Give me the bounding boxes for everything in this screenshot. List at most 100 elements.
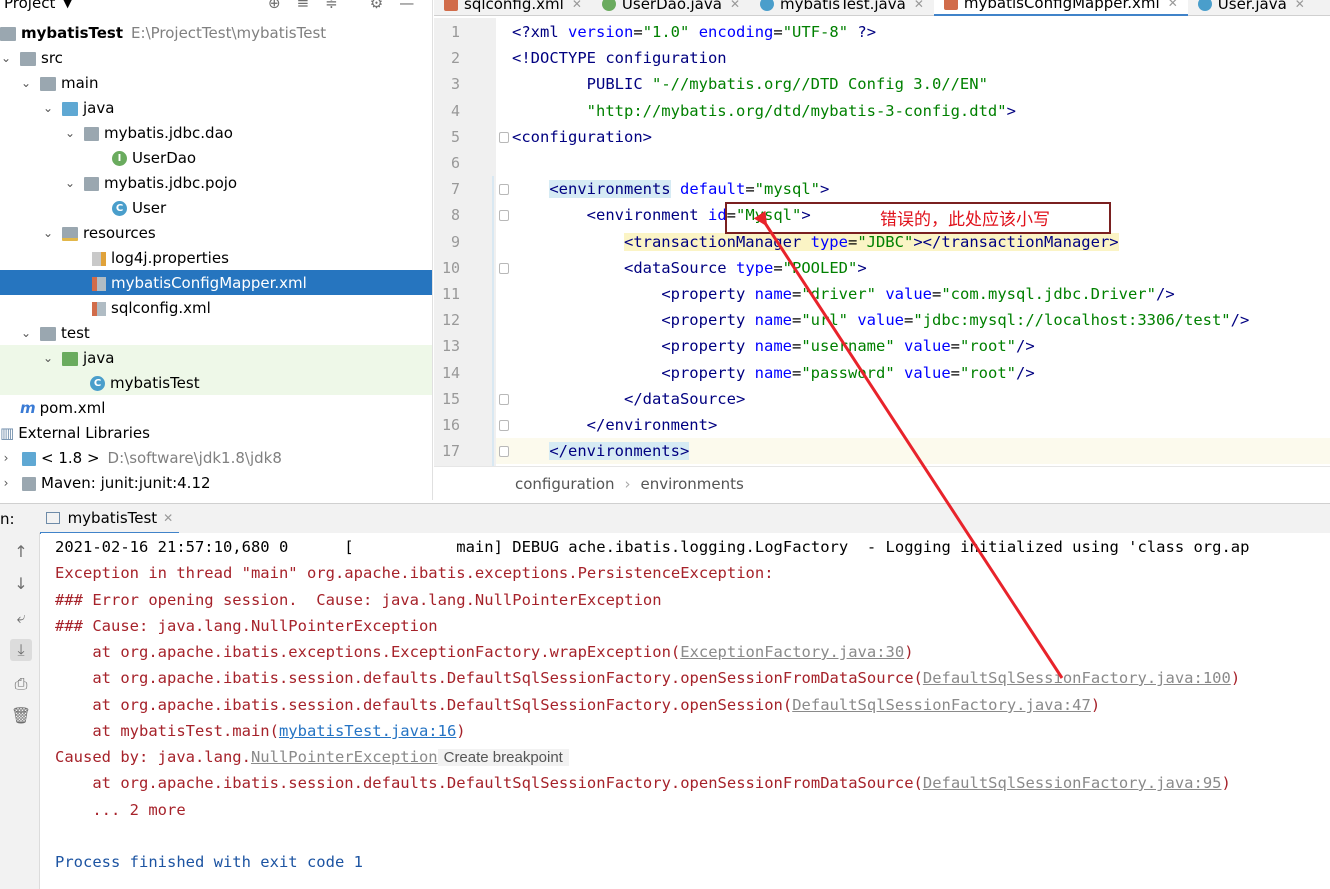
chevron-down-icon[interactable]: ⌄ <box>20 76 32 90</box>
code-line[interactable]: PUBLIC "-//mybatis.org//DTD Config 3.0//… <box>512 71 988 97</box>
breadcrumb-item[interactable]: configuration <box>515 475 615 493</box>
gear-icon[interactable]: ⚙ <box>370 0 383 12</box>
code-line[interactable]: "http://mybatis.org/dtd/mybatis-3-config… <box>512 98 1016 124</box>
soft-wrap-icon[interactable]: ⤶ <box>10 607 32 629</box>
source-link[interactable]: DefaultSqlSessionFactory.java:47 <box>792 696 1091 714</box>
code-line[interactable]: </environment> <box>512 412 718 438</box>
fold-marker-icon[interactable] <box>499 184 509 196</box>
source-link[interactable]: ExceptionFactory.java:30 <box>680 643 904 661</box>
tree-item-package-dao[interactable]: ⌄ mybatis.jdbc.dao <box>0 120 432 145</box>
tree-item-package-pojo[interactable]: ⌄ mybatis.jdbc.pojo <box>0 170 432 195</box>
tab-userdao[interactable]: UserDao.java ✕ <box>592 0 750 16</box>
code-line[interactable]: <environments default="mysql"> <box>512 176 829 202</box>
chevron-right-icon[interactable]: › <box>0 451 12 465</box>
fold-marker-icon[interactable] <box>499 446 509 458</box>
stack-frame: at org.apache.ibatis.exceptions.Exceptio… <box>55 643 681 661</box>
tree-item-test-java[interactable]: ⌄ java <box>0 345 432 370</box>
chevron-down-icon[interactable]: ⌄ <box>64 176 76 190</box>
tree-item-user[interactable]: C User <box>0 195 432 220</box>
tree-item-log4j[interactable]: log4j.properties <box>0 245 432 270</box>
tree-item-label: pom.xml <box>39 398 106 417</box>
tab-mybatistest[interactable]: mybatisTest.java ✕ <box>750 0 934 16</box>
source-link[interactable]: DefaultSqlSessionFactory.java:100 <box>923 669 1231 687</box>
chevron-down-icon[interactable]: ⌄ <box>42 226 54 240</box>
code-line[interactable]: <dataSource type="POOLED"> <box>512 255 867 281</box>
tree-item-java[interactable]: ⌄ java <box>0 95 432 120</box>
tree-item-junit[interactable]: › Maven: junit:junit:4.12 <box>0 470 432 495</box>
arrow-up-icon[interactable]: ↑ <box>10 541 32 563</box>
tree-item-mybatisconfigmapper[interactable]: mybatisConfigMapper.xml <box>0 270 432 295</box>
code-line[interactable]: <property name="url" value="jdbc:mysql:/… <box>512 307 1249 333</box>
tree-item-sqlconfig[interactable]: sqlconfig.xml <box>0 295 432 320</box>
code-line[interactable]: <configuration> <box>512 124 652 150</box>
tree-item-label: java <box>83 348 115 367</box>
fold-marker-icon[interactable] <box>499 393 509 405</box>
trash-icon[interactable]: 🗑 <box>10 705 32 727</box>
print-icon[interactable]: ⎙ <box>10 673 32 695</box>
chevron-down-icon[interactable]: ⌄ <box>42 101 54 115</box>
chevron-down-icon[interactable]: ▼ <box>63 0 71 10</box>
source-link[interactable]: DefaultSqlSessionFactory.java:95 <box>923 774 1222 792</box>
tab-user[interactable]: User.java ✕ <box>1188 0 1315 16</box>
arrow-down-icon[interactable]: ↓ <box>10 573 32 595</box>
tab-mybatisconfigmapper[interactable]: mybatisConfigMapper.xml ✕ <box>933 0 1188 16</box>
tree-item-label: mybatisConfigMapper.xml <box>111 273 307 292</box>
create-breakpoint-button[interactable]: Create breakpoint <box>437 749 569 766</box>
code-line[interactable]: <property name="username" value="root"/> <box>512 333 1034 359</box>
exception-link[interactable]: NullPointerException <box>251 748 438 766</box>
code-line[interactable]: </environments> <box>512 438 690 464</box>
chevron-right-icon[interactable]: › <box>0 476 12 490</box>
run-tool-window-header: n: mybatisTest ✕ <box>0 503 1330 534</box>
code-editor[interactable]: 1 2 3 4 5 6 7 8 9 10 11 12 13 14 15 16 17 <?xml version=… <box>434 18 1330 466</box>
close-icon[interactable]: ✕ <box>914 0 924 11</box>
fold-marker-icon[interactable] <box>499 131 509 143</box>
close-icon[interactable]: ✕ <box>1295 0 1305 11</box>
console-output[interactable]: 2021-02-16 21:57:10,680 0 [ main] DEBUG … <box>41 533 1330 889</box>
close-icon[interactable]: ✕ <box>1168 0 1178 10</box>
tree-item-project[interactable]: mybatisTest E:\ProjectTest\mybatisTest <box>0 20 432 45</box>
code-line[interactable]: <?xml version="1.0" encoding="UTF-8" ?> <box>512 19 876 45</box>
locate-icon[interactable]: ⊕ <box>268 0 281 12</box>
tree-item-src[interactable]: ⌄ src <box>0 45 432 70</box>
project-path: E:\ProjectTest\mybatisTest <box>131 23 327 42</box>
line-number: 7 <box>450 180 460 199</box>
tab-label: sqlconfig.xml <box>464 0 564 13</box>
fold-marker-icon[interactable] <box>499 420 509 431</box>
expand-all-icon[interactable]: ≑ <box>325 0 338 12</box>
close-icon[interactable]: ✕ <box>572 0 582 11</box>
tree-item-main[interactable]: ⌄ main <box>0 70 432 95</box>
line-number: 4 <box>450 101 460 120</box>
source-link[interactable]: mybatisTest.java:16 <box>279 722 456 740</box>
fold-marker-icon[interactable] <box>499 262 509 274</box>
tree-item-userdao[interactable]: I UserDao <box>0 145 432 170</box>
code-line[interactable]: <property name="driver" value="com.mysql… <box>512 281 1174 307</box>
code-line[interactable]: </dataSource> <box>512 386 745 412</box>
run-label: n: <box>0 509 15 528</box>
tab-run-mybatistest[interactable]: mybatisTest ✕ <box>39 504 180 534</box>
chevron-down-icon[interactable]: ⌄ <box>64 126 76 140</box>
tab-label: mybatisConfigMapper.xml <box>963 0 1160 12</box>
close-icon[interactable]: ✕ <box>730 0 740 11</box>
tab-sqlconfig[interactable]: sqlconfig.xml ✕ <box>434 0 592 16</box>
code-line[interactable]: <!DOCTYPE configuration <box>512 45 727 71</box>
collapse-all-icon[interactable]: ≡ <box>297 0 310 12</box>
fold-marker-icon[interactable] <box>499 210 509 222</box>
chevron-down-icon[interactable]: ⌄ <box>42 351 54 365</box>
tree-item-mybatistest[interactable]: C mybatisTest <box>0 370 432 395</box>
breadcrumb-item[interactable]: environments <box>641 475 744 493</box>
tree-item-pom[interactable]: m pom.xml <box>0 395 432 420</box>
tree-item-test[interactable]: ⌄ test <box>0 320 432 345</box>
code-line[interactable]: <property name="password" value="root"/> <box>512 360 1034 386</box>
hide-icon[interactable]: — <box>399 0 414 12</box>
chevron-down-icon[interactable]: ⌄ <box>0 51 12 65</box>
project-panel-title[interactable]: Project <box>4 0 55 12</box>
tree-item-resources[interactable]: ⌄ resources <box>0 220 432 245</box>
console-line: Exception in thread "main" org.apache.ib… <box>55 564 774 582</box>
close-icon[interactable]: ✕ <box>163 511 173 525</box>
tree-item-jdk[interactable]: › < 1.8 > D:\software\jdk1.8\jdk8 <box>0 445 432 470</box>
tree-item-external-libraries[interactable]: ▥ External Libraries <box>0 420 432 445</box>
line-number: 5 <box>450 127 460 146</box>
chevron-down-icon[interactable]: ⌄ <box>20 326 32 340</box>
scroll-to-end-icon[interactable]: ⤓ <box>10 639 32 661</box>
line-number: 12 <box>441 311 460 330</box>
